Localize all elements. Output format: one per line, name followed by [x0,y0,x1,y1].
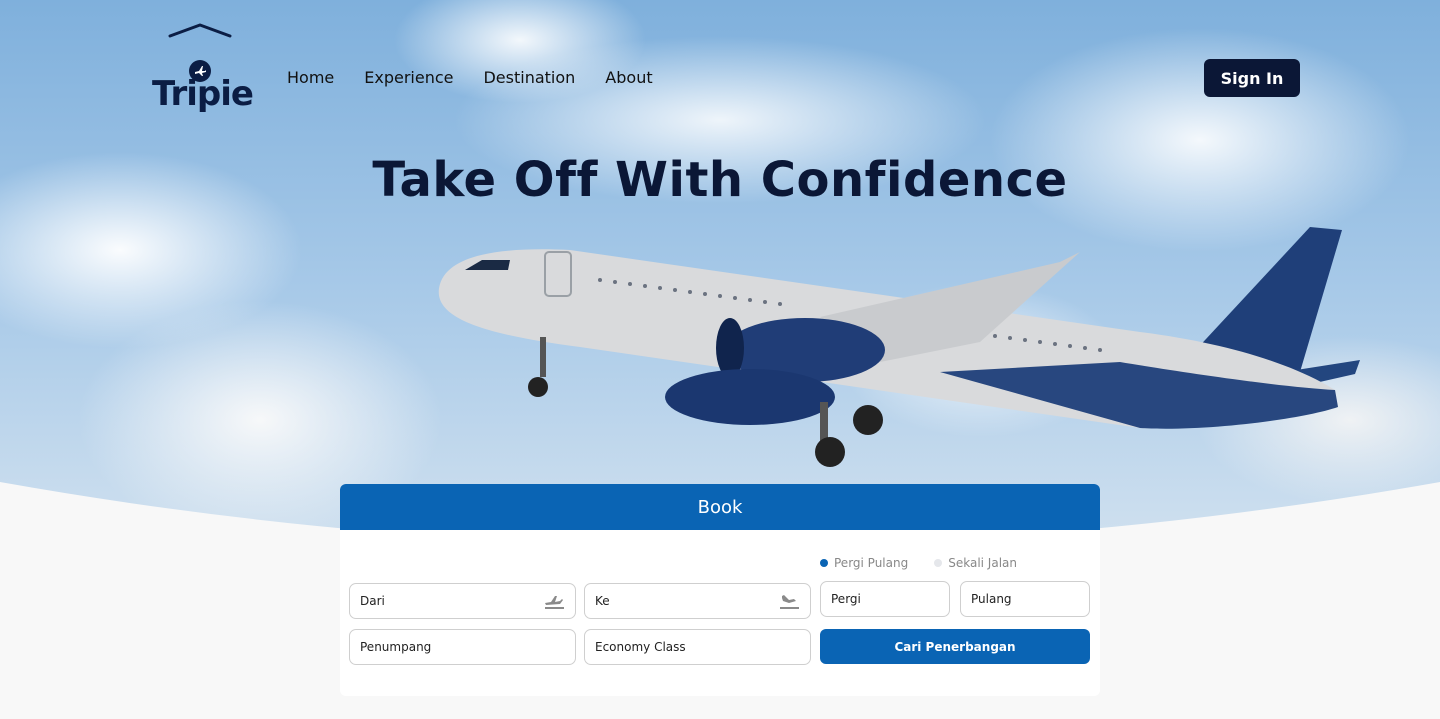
from-field-placeholder: Dari [360,594,385,608]
radio-one-way-label: Sekali Jalan [948,556,1017,570]
nav-about[interactable]: About [605,68,652,87]
top-navbar: Tripie Home Experience Destination About… [0,0,1440,130]
radio-round-trip-label: Pergi Pulang [834,556,909,570]
passengers-placeholder: Penumpang [360,640,432,654]
return-date-field[interactable]: Pulang [960,581,1090,617]
radio-one-way[interactable]: Sekali Jalan [934,556,1017,570]
radio-selected-icon [820,559,828,567]
from-field[interactable]: Dari [349,583,576,619]
nav-links: Home Experience Destination About [287,68,653,87]
nav-experience[interactable]: Experience [364,68,453,87]
brand-logo[interactable]: Tripie [152,22,254,118]
depart-date-field[interactable]: Pergi [820,581,950,617]
cabin-class-value: Economy Class [595,640,686,654]
depart-date-placeholder: Pergi [831,592,861,606]
cabin-class-select[interactable]: Economy Class [584,629,811,665]
passengers-field[interactable]: Penumpang [349,629,576,665]
landing-icon [780,595,799,609]
nav-destination[interactable]: Destination [483,68,575,87]
trip-type-options: Pergi Pulang Sekali Jalan [820,556,1017,570]
brand-name: Tripie [152,74,254,114]
search-flights-button[interactable]: Cari Penerbangan [820,629,1090,664]
sign-in-button[interactable]: Sign In [1204,59,1300,97]
radio-round-trip[interactable]: Pergi Pulang [820,556,908,570]
airplane-image [420,222,1370,472]
booking-card-header: Book [340,484,1100,530]
nav-home[interactable]: Home [287,68,334,87]
takeoff-icon [545,596,564,609]
hero-title: Take Off With Confidence [372,152,1068,208]
roof-icon [168,23,232,38]
to-field[interactable]: Ke [584,583,811,619]
booking-card: Book Pergi Pulang Sekali Jalan Dari Ke P… [340,484,1100,696]
radio-unselected-icon [934,559,943,567]
to-field-placeholder: Ke [595,594,610,608]
return-date-placeholder: Pulang [971,592,1012,606]
